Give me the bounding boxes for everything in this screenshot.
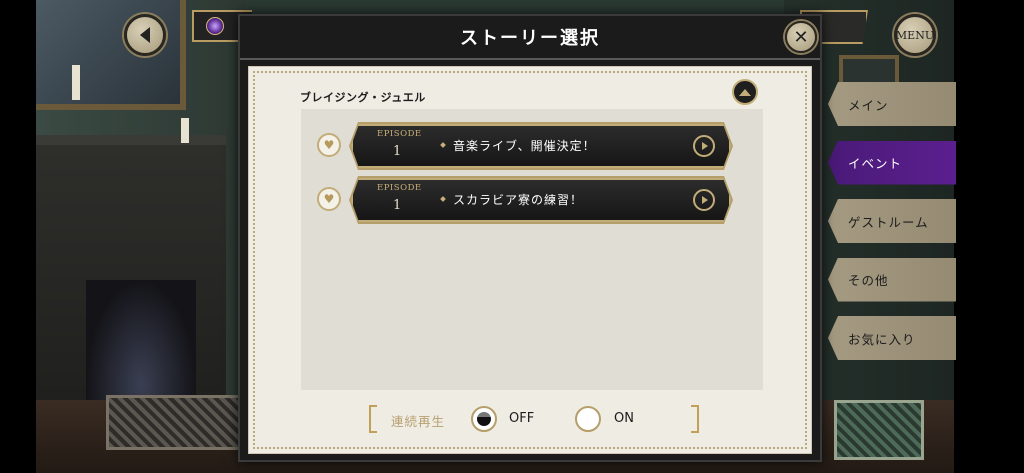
fireplace-hearth <box>86 280 196 410</box>
episode-row: ♥ EPISODE 1 スカラビア寮の練習！ <box>301 177 763 223</box>
radio-off-label: OFF <box>509 411 535 426</box>
story-category-tabs: メイン イベント ゲストルーム その他 お気に入り <box>828 82 956 375</box>
tab-label: メイン <box>848 97 889 113</box>
episode-list: ♥ EPISODE 1 音楽ライブ、開催決定！ ♥ EPISODE 1 スカラビ… <box>301 109 763 390</box>
rug <box>834 400 924 460</box>
menu-button[interactable]: MENU <box>894 14 936 56</box>
play-button[interactable] <box>693 189 715 211</box>
gem-icon <box>206 17 224 35</box>
background-painting <box>36 0 186 110</box>
favorite-button[interactable]: ♥ <box>317 187 341 211</box>
tab-favorites[interactable]: お気に入り <box>828 316 956 360</box>
tab-label: ゲストルーム <box>848 214 929 230</box>
modal-header: ストーリー選択 <box>240 16 820 60</box>
radio-off[interactable] <box>471 406 497 432</box>
tab-label: その他 <box>848 273 889 288</box>
menu-label: MENU <box>895 28 935 42</box>
tab-main[interactable]: メイン <box>828 82 956 126</box>
candle <box>181 118 189 143</box>
episode-title: スカラビア寮の練習！ <box>453 193 584 207</box>
continuous-play-control: 連続再生 OFF ON <box>369 405 699 435</box>
favorite-button[interactable]: ♥ <box>317 133 341 157</box>
bracket-right <box>691 405 699 433</box>
episode-label: EPISODE <box>377 129 422 139</box>
tab-label: お気に入り <box>848 331 916 347</box>
close-button[interactable]: ✕ <box>785 21 817 53</box>
candle <box>72 65 80 100</box>
radio-on[interactable] <box>575 406 601 432</box>
play-icon <box>702 142 708 150</box>
episode-label: EPISODE <box>377 183 422 193</box>
heart-icon: ♥ <box>323 138 335 152</box>
episode-title: 音楽ライブ、開催決定！ <box>453 139 596 153</box>
tab-other[interactable]: その他 <box>828 257 956 302</box>
radio-on-label: ON <box>614 411 634 426</box>
modal-title: ストーリー選択 <box>460 28 600 49</box>
tab-guest-room[interactable]: ゲストルーム <box>828 199 956 243</box>
heart-icon: ♥ <box>323 192 335 206</box>
play-button[interactable] <box>693 135 715 157</box>
tab-label: イベント <box>848 156 903 171</box>
chevron-up-icon <box>739 88 751 96</box>
episode-number: 1 <box>393 144 402 159</box>
continuous-play-label: 連続再生 <box>391 414 446 429</box>
episode-row: ♥ EPISODE 1 音楽ライブ、開催決定！ <box>301 123 763 169</box>
story-select-modal: ストーリー選択 ✕ ブレイジング・ジュエル ♥ EPISODE 1 音楽ライブ、… <box>238 14 822 462</box>
episode-number: 1 <box>393 198 402 213</box>
bracket-left <box>369 405 377 433</box>
play-icon <box>702 196 708 204</box>
collapse-button[interactable] <box>732 79 758 105</box>
tab-event[interactable]: イベント <box>828 140 956 185</box>
modal-content: ブレイジング・ジュエル ♥ EPISODE 1 音楽ライブ、開催決定！ ♥ EP… <box>248 66 812 454</box>
close-icon: ✕ <box>793 26 809 48</box>
back-arrow-icon <box>140 27 150 43</box>
section-title: ブレイジング・ジュエル <box>300 91 426 104</box>
back-button[interactable] <box>124 14 166 56</box>
